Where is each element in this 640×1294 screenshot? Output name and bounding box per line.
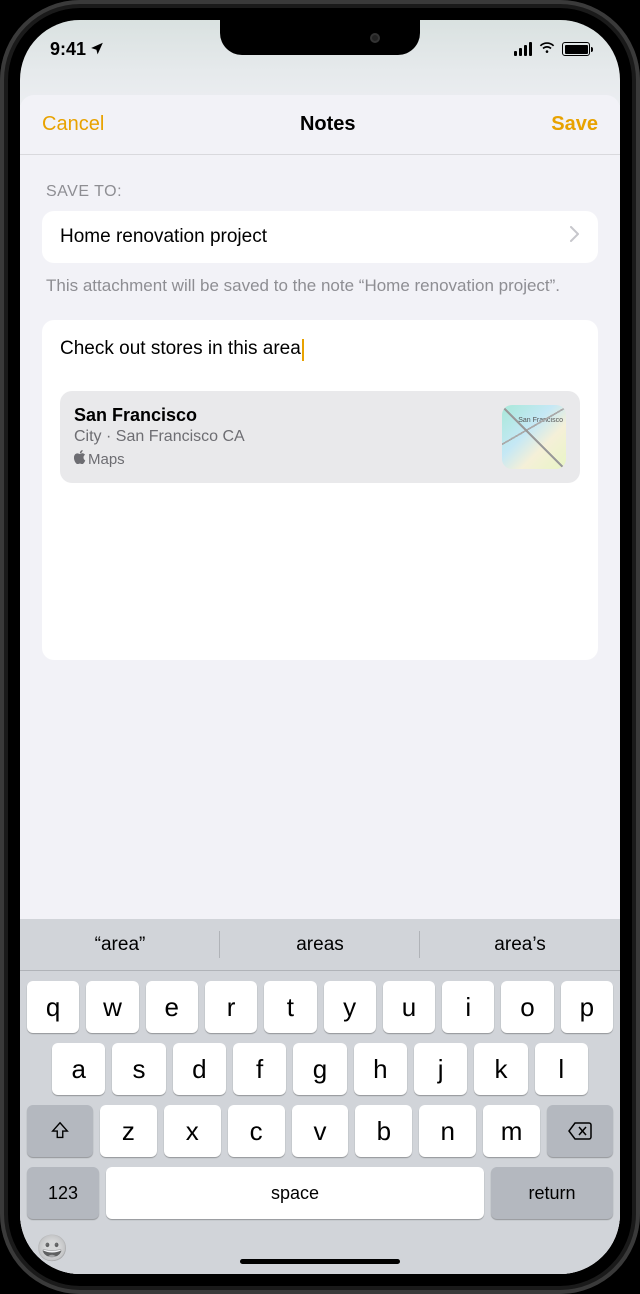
share-sheet: Cancel Notes Save SAVE TO: Home renovati… [20, 95, 620, 1274]
device-notch [220, 20, 420, 55]
key-e[interactable]: e [146, 981, 198, 1033]
key-space[interactable]: space [106, 1167, 484, 1219]
navigation-bar: Cancel Notes Save [20, 95, 620, 155]
apple-logo-icon [74, 450, 86, 468]
key-123[interactable]: 123 [27, 1167, 99, 1219]
suggestion-1[interactable]: “area” [20, 919, 220, 970]
wifi-icon [538, 38, 556, 61]
helper-text: This attachment will be saved to the not… [46, 275, 594, 298]
suggestion-3[interactable]: area’s [420, 919, 620, 970]
key-b[interactable]: b [355, 1105, 412, 1157]
text-cursor [302, 339, 304, 361]
cellular-signal-icon [514, 42, 532, 56]
emoji-button[interactable]: 😀 [36, 1233, 68, 1264]
page-title: Notes [300, 113, 356, 136]
key-p[interactable]: p [561, 981, 613, 1033]
key-n[interactable]: n [419, 1105, 476, 1157]
key-shift[interactable] [27, 1105, 93, 1157]
key-z[interactable]: z [100, 1105, 157, 1157]
maps-attachment[interactable]: San Francisco City · San Francisco CA Ma… [60, 391, 580, 483]
key-t[interactable]: t [264, 981, 316, 1033]
status-time: 9:41 [50, 39, 86, 60]
key-h[interactable]: h [354, 1043, 407, 1095]
key-delete[interactable] [547, 1105, 613, 1157]
battery-icon [562, 42, 590, 56]
key-s[interactable]: s [112, 1043, 165, 1095]
note-text-input[interactable]: Check out stores in this area [60, 338, 301, 359]
location-services-icon [90, 41, 104, 58]
attachment-title: San Francisco [74, 405, 490, 426]
home-indicator[interactable] [240, 1259, 400, 1264]
keyboard-suggestions-bar: “area” areas area’s [20, 919, 620, 971]
key-i[interactable]: i [442, 981, 494, 1033]
key-x[interactable]: x [164, 1105, 221, 1157]
key-m[interactable]: m [483, 1105, 540, 1157]
cancel-button[interactable]: Cancel [42, 113, 104, 136]
keyboard: “area” areas area’s q w e r t y u i o p [20, 919, 620, 1274]
section-header: SAVE TO: [42, 183, 598, 201]
key-w[interactable]: w [86, 981, 138, 1033]
key-c[interactable]: c [228, 1105, 285, 1157]
key-l[interactable]: l [535, 1043, 588, 1095]
key-a[interactable]: a [52, 1043, 105, 1095]
key-q[interactable]: q [27, 981, 79, 1033]
key-o[interactable]: o [501, 981, 553, 1033]
note-content-card[interactable]: Check out stores in this area San Franci… [42, 320, 598, 660]
key-y[interactable]: y [324, 981, 376, 1033]
map-thumbnail [502, 405, 566, 469]
attachment-subtitle: City · San Francisco CA [74, 428, 490, 446]
key-f[interactable]: f [233, 1043, 286, 1095]
key-g[interactable]: g [293, 1043, 346, 1095]
key-k[interactable]: k [474, 1043, 527, 1095]
key-r[interactable]: r [205, 981, 257, 1033]
attachment-app-label: Maps [88, 451, 125, 468]
key-d[interactable]: d [173, 1043, 226, 1095]
destination-note-label: Home renovation project [60, 226, 267, 248]
key-v[interactable]: v [292, 1105, 349, 1157]
key-u[interactable]: u [383, 981, 435, 1033]
chevron-right-icon [570, 226, 580, 248]
note-picker-row[interactable]: Home renovation project [42, 211, 598, 263]
suggestion-2[interactable]: areas [220, 919, 420, 970]
save-button[interactable]: Save [551, 113, 598, 136]
key-return[interactable]: return [491, 1167, 613, 1219]
key-j[interactable]: j [414, 1043, 467, 1095]
